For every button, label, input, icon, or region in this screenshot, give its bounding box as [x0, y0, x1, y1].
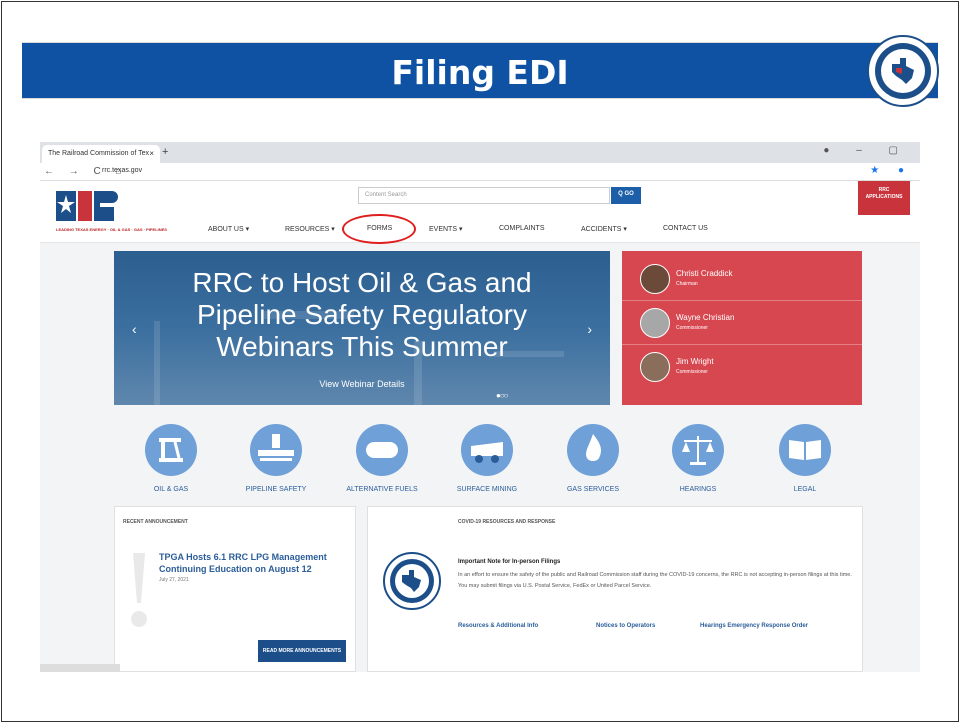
- mining-truck-icon: [461, 424, 513, 476]
- commissioner-name: Christi Craddick: [676, 269, 733, 278]
- category-label: OIL & GAS: [153, 486, 189, 493]
- category-label: PIPELINE SAFETY: [245, 486, 307, 493]
- nav-complaints[interactable]: COMPLAINTS: [499, 225, 545, 232]
- slide-title: Filing EDI: [391, 53, 569, 92]
- browser-screenshot: The Railroad Commission of Tex × + ● – ▢…: [40, 142, 920, 672]
- flame-icon: [567, 424, 619, 476]
- forms-highlight-circle: [342, 214, 416, 244]
- fuel-tank-icon: [356, 424, 408, 476]
- read-more-button[interactable]: READ MORE ANNOUNCEMENTS: [258, 640, 346, 662]
- avatar: [640, 264, 670, 294]
- slide: Filing EDI The Railroad Commission of Te…: [1, 1, 959, 722]
- site-header: LEADING TEXAS ENERGY · OIL & GAS · GAS ·…: [40, 181, 920, 244]
- commissioner-row[interactable]: Wayne Christian Commissioner: [622, 301, 862, 345]
- rrc-seal-icon: [383, 552, 441, 610]
- carousel-prev-icon[interactable]: ‹: [132, 321, 137, 337]
- commissioner-title: Commissioner: [676, 369, 708, 375]
- hero-carousel[interactable]: RRC to Host Oil & Gas and Pipeline Safet…: [114, 251, 610, 405]
- covid-link-hearings[interactable]: Hearings Emergency Response Order: [700, 623, 808, 629]
- close-icon[interactable]: ×: [149, 149, 154, 158]
- category-alternative-fuels[interactable]: ALTERNATIVE FUELS: [342, 424, 422, 493]
- category-gas-services[interactable]: GAS SERVICES: [553, 424, 633, 493]
- hero-headline: RRC to Host Oil & Gas and Pipeline Safet…: [192, 267, 532, 362]
- commissioner-title: Chairman: [676, 281, 698, 287]
- background-rig: [154, 321, 160, 405]
- avatar: [640, 308, 670, 338]
- window-controls[interactable]: ● – ▢: [823, 145, 910, 156]
- url-field[interactable]: rrc.texas.gov: [102, 167, 142, 174]
- announcement-card: RECENT ANNOUNCEMENT TPGA Hosts 6.1 RRC L…: [114, 506, 356, 672]
- bookmark-star-icon[interactable]: ★ ●: [870, 165, 912, 176]
- announcement-title[interactable]: TPGA Hosts 6.1 RRC LPG Management Contin…: [159, 551, 339, 575]
- nav-accidents[interactable]: ACCIDENTS ▾: [581, 225, 627, 233]
- search-input[interactable]: Content Search: [358, 187, 610, 204]
- category-legal[interactable]: LEGAL: [765, 424, 845, 493]
- browser-tab-bar: The Railroad Commission of Tex × + ● – ▢: [40, 142, 920, 163]
- category-label: LEGAL: [793, 486, 817, 493]
- category-surface-mining[interactable]: SURFACE MINING: [447, 424, 527, 493]
- title-band-wrapper: Filing EDI: [22, 35, 939, 107]
- search-go-button[interactable]: Q GO: [611, 187, 641, 204]
- covid-card: COVID-19 RESOURCES AND RESPONSE Importan…: [367, 506, 863, 672]
- rrc-applications-button[interactable]: RRC APPLICATIONS: [858, 181, 910, 215]
- commissioner-row[interactable]: Jim Wright Commissioner: [622, 345, 862, 389]
- category-label: HEARINGS: [679, 486, 717, 493]
- category-label: GAS SERVICES: [566, 486, 619, 493]
- address-bar: ← → C ⌂ rrc.texas.gov ★ ●: [40, 163, 920, 181]
- commissioners-panel: Christi Craddick Chairman Wayne Christia…: [622, 251, 862, 405]
- category-label: SURFACE MINING: [456, 486, 518, 493]
- covid-note-title: Important Note for In-person Filings: [458, 559, 561, 565]
- category-label: ALTERNATIVE FUELS: [346, 486, 418, 493]
- lightbulb-icon: [131, 553, 147, 627]
- apps-label-2: APPLICATIONS: [865, 194, 903, 200]
- covid-link-notices[interactable]: Notices to Operators: [596, 623, 655, 629]
- browser-tab[interactable]: The Railroad Commission of Tex ×: [42, 145, 160, 163]
- carousel-dots[interactable]: ●○○: [496, 391, 508, 400]
- announcement-date: July 27, 2021: [159, 577, 189, 583]
- nav-events[interactable]: EVENTS ▾: [429, 225, 462, 233]
- covid-note-body: In an effort to ensure the safety of the…: [458, 572, 852, 589]
- title-band: Filing EDI: [22, 42, 938, 99]
- new-tab-button[interactable]: +: [162, 146, 168, 158]
- commissioner-name: Wayne Christian: [676, 313, 735, 322]
- category-oil-gas[interactable]: OIL & GAS: [131, 424, 211, 493]
- scales-icon: [672, 424, 724, 476]
- rrc-seal-logo: [867, 35, 939, 107]
- avatar: [640, 352, 670, 382]
- commissioner-row[interactable]: Christi Craddick Chairman: [622, 257, 862, 301]
- rrc-logo[interactable]: [56, 189, 120, 229]
- oil-pump-icon: [145, 424, 197, 476]
- card-heading: COVID-19 RESOURCES AND RESPONSE: [458, 519, 556, 525]
- nav-about-us[interactable]: ABOUT US ▾: [208, 225, 249, 233]
- commissioner-name: Jim Wright: [676, 357, 714, 366]
- covid-link-resources[interactable]: Resources & Additional Info: [458, 623, 538, 629]
- book-icon: [779, 424, 831, 476]
- carousel-next-icon[interactable]: ›: [587, 321, 592, 337]
- card-heading: RECENT ANNOUNCEMENT: [123, 519, 188, 525]
- category-pipeline-safety[interactable]: PIPELINE SAFETY: [236, 424, 316, 493]
- nav-resources[interactable]: RESOURCES ▾: [285, 225, 335, 233]
- apps-label-1: RRC: [878, 187, 890, 193]
- status-bar: [40, 664, 120, 672]
- commissioner-title: Commissioner: [676, 325, 708, 331]
- tab-title: The Railroad Commission of Tex: [48, 150, 150, 157]
- logo-tagline: LEADING TEXAS ENERGY · OIL & GAS · GAS ·…: [56, 227, 167, 232]
- pipeline-icon: [250, 424, 302, 476]
- nav-contact-us[interactable]: CONTACT US: [663, 225, 708, 232]
- hero-link[interactable]: View Webinar Details: [114, 379, 610, 389]
- category-hearings[interactable]: HEARINGS: [658, 424, 738, 493]
